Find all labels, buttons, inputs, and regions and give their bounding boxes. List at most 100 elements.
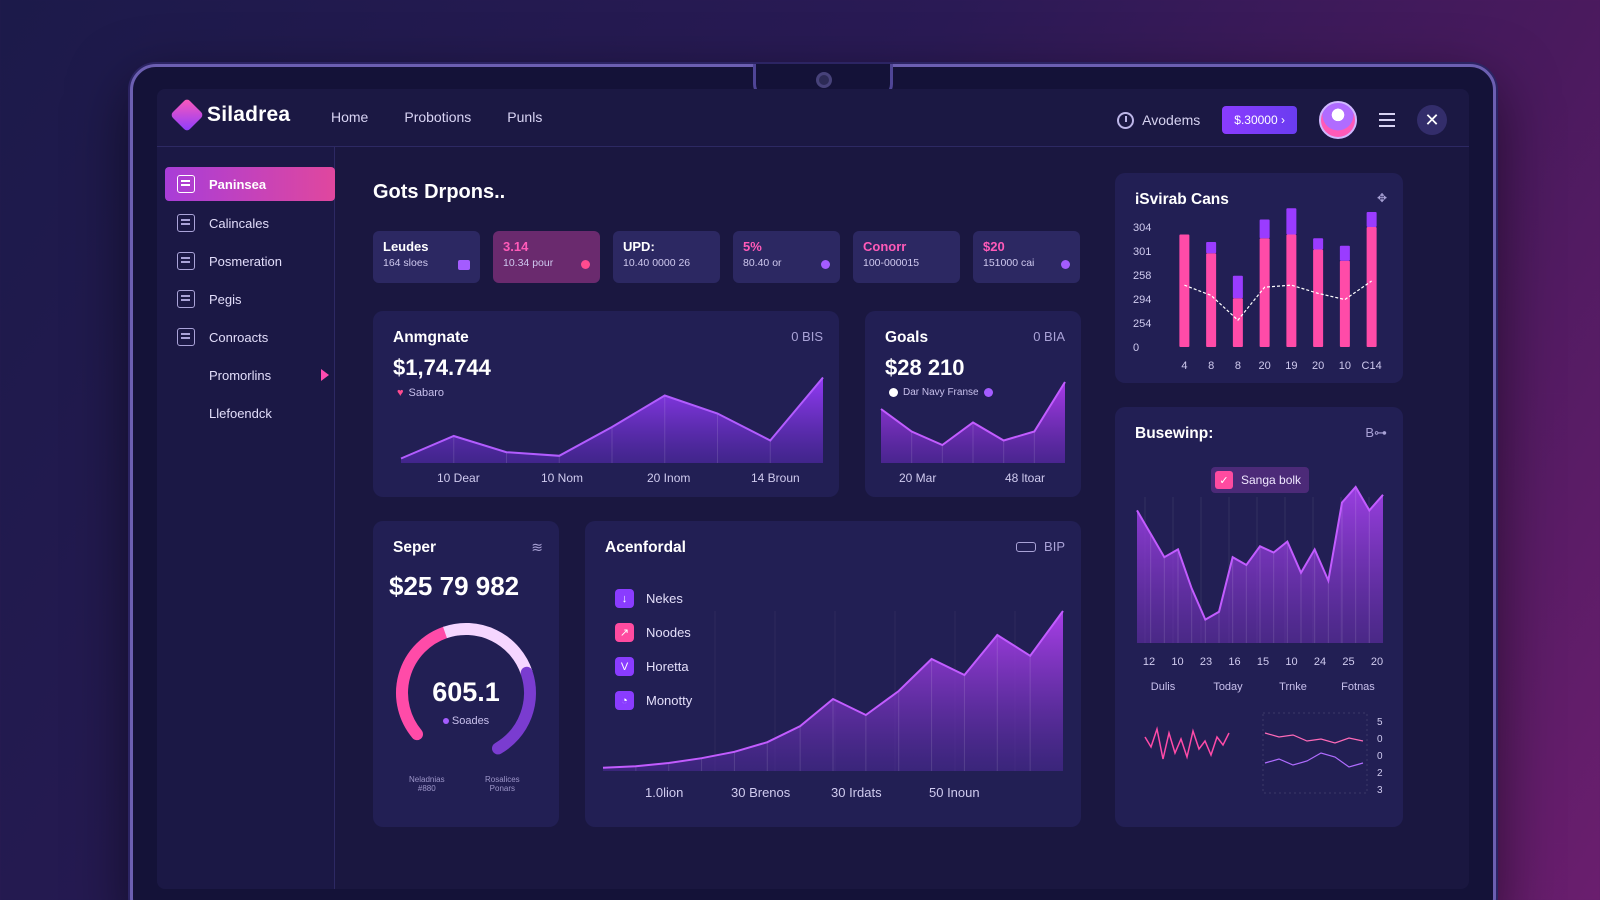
stat-title: 5% bbox=[743, 239, 762, 254]
sidebar-item-label: Promorlins bbox=[209, 367, 272, 383]
trend-icon: ↗ bbox=[615, 623, 634, 642]
avatar[interactable] bbox=[1319, 101, 1357, 139]
bar bbox=[1286, 208, 1297, 235]
sidebar-item-label: Calincales bbox=[209, 215, 269, 231]
camera-icon bbox=[816, 72, 832, 88]
y-tick-label: 304 bbox=[1133, 222, 1151, 234]
bar bbox=[1259, 238, 1270, 347]
bar bbox=[1232, 298, 1243, 347]
y-tick-label: 254 bbox=[1133, 318, 1151, 330]
legend-label: Nekes bbox=[646, 591, 683, 606]
card-icon bbox=[177, 252, 195, 270]
clock-icon bbox=[1117, 111, 1135, 129]
nav-item-punls[interactable]: Punls bbox=[507, 109, 542, 125]
bar bbox=[1313, 238, 1324, 250]
goals-chart bbox=[880, 381, 1066, 463]
busewinp-card[interactable]: Busewinp: B⊶ ✓ Sanga bolk 12 10 23 16 15 10 24… bbox=[1115, 407, 1403, 827]
footer-line: Rosalices bbox=[485, 775, 520, 784]
sidebar-item-calincales[interactable]: Calincales bbox=[165, 206, 335, 240]
status-dot bbox=[821, 260, 830, 269]
bar bbox=[1206, 253, 1217, 347]
stat-card[interactable]: 5% 80.40 or bbox=[733, 231, 840, 283]
app-name: Siladrea bbox=[207, 103, 291, 126]
top-bar: Siladrea Home Probotions Punls Avodems $… bbox=[157, 89, 1469, 147]
stat-card[interactable]: UPD: 10.40 0000 26 bbox=[613, 231, 720, 283]
x-tick-label: 20 Mar bbox=[899, 471, 937, 485]
stat-title: Conorr bbox=[863, 239, 907, 254]
stat-sub: 80.40 or bbox=[743, 257, 782, 269]
status-dot bbox=[1061, 260, 1070, 269]
x-tick-label: 10 bbox=[1171, 656, 1183, 668]
x-tick-label: 14 Broun bbox=[751, 471, 800, 485]
sidebar-item-promorlins[interactable]: Promorlins bbox=[165, 358, 335, 392]
stat-sub: 10.40 0000 26 bbox=[623, 257, 691, 269]
laptop-bezel: Siladrea Home Probotions Punls Avodems $… bbox=[130, 64, 1496, 900]
top-nav: Home Probotions Punls bbox=[331, 109, 542, 125]
price-button[interactable]: $.30000 › bbox=[1222, 106, 1297, 134]
sidebar-item-label: Conroacts bbox=[209, 329, 269, 345]
mini-line bbox=[1264, 752, 1364, 768]
x-tick-label: 1.0lion bbox=[645, 785, 684, 800]
stat-card[interactable]: Leudes 164 sloes bbox=[373, 231, 480, 283]
mini-y-label: 5 bbox=[1377, 717, 1383, 728]
gauge-footer-left: Neladnias #880 bbox=[409, 775, 445, 793]
bars-card[interactable]: iSvirab Cans ✥ 304 301 258 294 254 0 4 8 8 20 19 20… bbox=[1115, 173, 1403, 383]
x-tick-label: 16 bbox=[1228, 656, 1240, 668]
x-tick-label: 48 ltoar bbox=[1005, 471, 1046, 485]
legend-dot bbox=[442, 718, 449, 724]
stat-title: 3.14 bbox=[503, 239, 529, 254]
sidebar: Paninsea Calincales Posmeration Pegis Co… bbox=[157, 147, 335, 889]
x-tick-label: 50 Inoun bbox=[929, 785, 980, 800]
sidebar-item-llefoendck[interactable]: Llefoendck bbox=[165, 396, 335, 430]
arrangement-card[interactable]: Anmgnate 0 BIS $1,74.744 ♥ Sabaro 10 Dea… bbox=[373, 311, 839, 497]
close-button[interactable]: ✕ bbox=[1417, 105, 1447, 135]
arrangement-chart bbox=[400, 376, 824, 463]
menu-icon[interactable] bbox=[1379, 113, 1395, 127]
acenfordal-card[interactable]: Acenfordal BIP ↓ Nekes ↗ Noodes V Horett… bbox=[585, 521, 1081, 827]
bar bbox=[1206, 242, 1217, 254]
bar bbox=[1366, 227, 1377, 347]
mini-chart-frame bbox=[1262, 712, 1368, 794]
sidebar-item-paninsea[interactable]: Paninsea bbox=[165, 167, 335, 201]
stat-card[interactable]: Conorr 100-000015 bbox=[853, 231, 960, 283]
legend-item[interactable]: ↓ Nekes bbox=[615, 589, 683, 608]
x-tick-label: 10 Dear bbox=[437, 471, 480, 485]
x-tick-label: 30 Irdats bbox=[831, 785, 882, 800]
legend-label: Monotty bbox=[646, 693, 693, 708]
goals-card[interactable]: Goals 0 BIA $28 210 Dar Navy Franse 20 M… bbox=[865, 311, 1081, 497]
gauge-label-text: Soades bbox=[451, 715, 490, 727]
legend-item[interactable]: ↗ Noodes bbox=[615, 623, 691, 642]
mini-y-label: 0 bbox=[1377, 734, 1383, 745]
sidebar-item-conroacts[interactable]: Conroacts bbox=[165, 320, 335, 354]
mini-line bbox=[1264, 732, 1364, 744]
nav-item-home[interactable]: Home bbox=[331, 109, 368, 125]
page-title: Gots Drpons.. bbox=[373, 181, 506, 203]
mini-y-label: 0 bbox=[1377, 751, 1383, 762]
x-tick-label: 23 bbox=[1200, 656, 1212, 668]
top-bar-actions: Avodems $.30000 › ✕ bbox=[1117, 101, 1447, 139]
gauge-label: Soades bbox=[373, 715, 559, 727]
stat-card[interactable]: $20 151000 cai bbox=[973, 231, 1080, 283]
stat-card[interactable]: 3.14 10.34 pour bbox=[493, 231, 600, 283]
legend-item[interactable]: V Horetta bbox=[615, 657, 689, 676]
logo[interactable]: Siladrea bbox=[170, 98, 291, 132]
stat-title: $20 bbox=[983, 239, 1005, 254]
x-tick-label: C14 bbox=[1362, 360, 1382, 372]
legend-label: Noodes bbox=[646, 625, 691, 640]
legend-item[interactable]: ◔ Monotty bbox=[615, 691, 692, 710]
sidebar-item-label: Llefoendck bbox=[209, 405, 272, 421]
seper-card[interactable]: Seper ≋ $25 79 982 605.1 Soades Neladnia… bbox=[373, 521, 559, 827]
expand-arrow-icon bbox=[321, 369, 329, 381]
bar bbox=[1259, 219, 1270, 239]
x-tick-label: 30 Brenos bbox=[731, 785, 791, 800]
busewinp-chart: 12 10 23 16 15 10 24 25 20Dulis Today Trnke Fotnas5… bbox=[1136, 485, 1384, 796]
status-dot bbox=[581, 260, 590, 269]
gauge-footer-right: Rosalices Ponars bbox=[485, 775, 520, 793]
sidebar-item-pegis[interactable]: Pegis bbox=[165, 282, 335, 316]
sidebar-item-posmeration[interactable]: Posmeration bbox=[165, 244, 335, 278]
x-tick-label: 10 bbox=[1339, 360, 1351, 372]
logo-icon bbox=[170, 98, 204, 132]
account-link[interactable]: Avodems bbox=[1117, 111, 1200, 129]
stat-sub: 164 sloes bbox=[383, 257, 428, 269]
nav-item-promotions[interactable]: Probotions bbox=[404, 109, 471, 125]
